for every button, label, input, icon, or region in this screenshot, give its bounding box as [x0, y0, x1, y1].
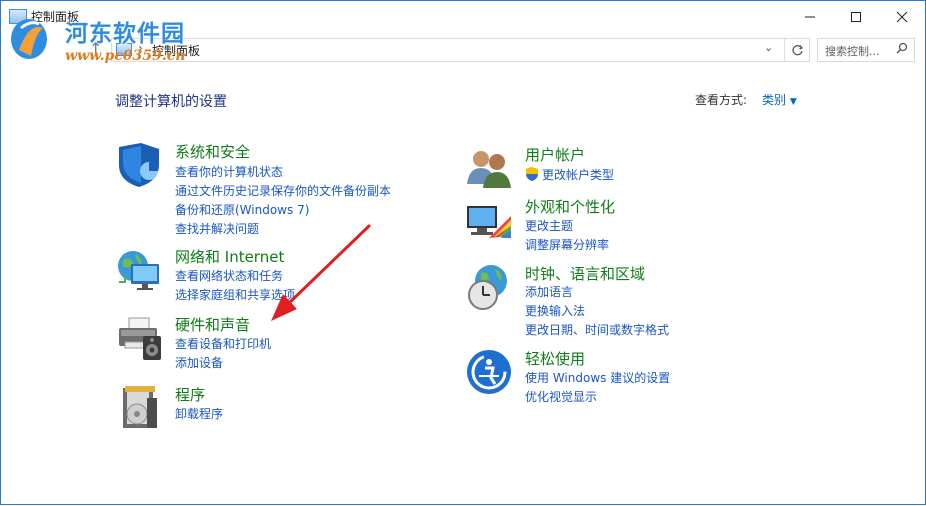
link-backup-restore[interactable]: 备份和还原(Windows 7) — [175, 201, 309, 218]
category-title[interactable]: 硬件和声音 — [175, 314, 250, 335]
link-troubleshoot[interactable]: 查找并解决问题 — [175, 220, 259, 237]
category-title[interactable]: 程序 — [175, 384, 205, 405]
shield-icon[interactable] — [115, 141, 163, 189]
link-homegroup-sharing[interactable]: 选择家庭组和共享选项 — [175, 286, 295, 303]
link-date-time-format[interactable]: 更改日期、时间或数字格式 — [525, 321, 669, 338]
category-user-accounts: 用户帐户 更改帐户类型 — [465, 144, 795, 188]
minimize-button[interactable] — [787, 1, 833, 32]
link-devices-printers[interactable]: 查看设备和打印机 — [175, 335, 271, 352]
watermark-site-name: 河东软件园 — [65, 20, 185, 47]
appearance-palette-icon[interactable] — [465, 196, 513, 244]
search-placeholder: 搜索控制... — [825, 45, 880, 58]
link-file-history-backup[interactable]: 通过文件历史记录保存你的文件备份副本 — [175, 182, 391, 199]
link-change-account-type-label[interactable]: 更改帐户类型 — [542, 168, 614, 182]
category-title[interactable]: 外观和个性化 — [525, 196, 615, 217]
watermark-logo-icon — [11, 19, 47, 59]
link-optimize-visual-display[interactable]: 优化视觉显示 — [525, 388, 597, 405]
maximize-icon — [851, 11, 861, 22]
user-accounts-icon[interactable] — [465, 144, 513, 192]
watermark: 河东软件园 www.pc0359.cn — [3, 12, 213, 70]
category-title[interactable]: 系统和安全 — [175, 141, 250, 162]
printer-speaker-icon[interactable] — [115, 314, 163, 362]
network-globe-icon[interactable] — [115, 246, 163, 294]
control-panel-window: 控制面板 ↑ › 控制面板 ⌄ 搜索控制... 河东软件园 www.pc0359… — [0, 0, 926, 505]
category-programs: 程序 卸载程序 — [115, 384, 435, 434]
minimize-icon — [805, 16, 815, 17]
link-change-account-type[interactable]: 更改帐户类型 — [525, 166, 614, 183]
category-network-internet: 网络和 Internet 查看网络状态和任务 选择家庭组和共享选项 — [115, 246, 435, 306]
link-screen-resolution[interactable]: 调整屏幕分辨率 — [525, 236, 609, 253]
view-by-label: 查看方式: — [695, 93, 748, 107]
ease-of-access-icon[interactable] — [465, 348, 513, 396]
view-by-value[interactable]: 类别 — [762, 93, 786, 107]
link-uninstall-program[interactable]: 卸载程序 — [175, 405, 223, 422]
link-view-computer-status[interactable]: 查看你的计算机状态 — [175, 163, 283, 180]
category-hardware-sound: 硬件和声音 查看设备和打印机 添加设备 — [115, 314, 435, 374]
page-title: 调整计算机的设置 — [115, 94, 227, 110]
category-title[interactable]: 轻松使用 — [525, 348, 585, 369]
refresh-button[interactable] — [784, 39, 809, 61]
maximize-button[interactable] — [833, 1, 879, 32]
clock-globe-icon[interactable] — [465, 263, 513, 311]
close-button[interactable] — [879, 1, 925, 32]
link-recommended-settings[interactable]: 使用 Windows 建议的设置 — [525, 369, 670, 386]
link-add-language[interactable]: 添加语言 — [525, 283, 573, 300]
link-change-input-method[interactable]: 更换输入法 — [525, 302, 585, 319]
link-network-status[interactable]: 查看网络状态和任务 — [175, 267, 283, 284]
link-add-device[interactable]: 添加设备 — [175, 354, 223, 371]
programs-icon[interactable] — [115, 384, 163, 432]
search-input[interactable]: 搜索控制... — [817, 38, 915, 62]
search-icon[interactable] — [896, 42, 908, 57]
refresh-icon — [791, 44, 803, 55]
category-title[interactable]: 时钟、语言和区域 — [525, 263, 645, 284]
close-icon — [896, 11, 908, 22]
category-title[interactable]: 网络和 Internet — [175, 246, 284, 267]
category-ease-of-access: 轻松使用 使用 Windows 建议的设置 优化视觉显示 — [465, 348, 795, 408]
address-bar[interactable]: › 控制面板 ⌄ — [111, 38, 810, 62]
chevron-down-icon[interactable]: ⌄ — [764, 41, 773, 54]
category-title[interactable]: 用户帐户 — [525, 144, 585, 165]
dropdown-arrow-icon[interactable]: ▼ — [790, 97, 797, 107]
watermark-url: www.pc0359.cn — [65, 48, 186, 64]
view-by-dropdown[interactable]: 类别 ▼ — [762, 91, 797, 108]
category-system-security: 系统和安全 查看你的计算机状态 通过文件历史记录保存你的文件备份副本 备份和还原… — [115, 141, 435, 241]
link-change-theme[interactable]: 更改主题 — [525, 217, 573, 234]
category-clock-language-region: 时钟、语言和区域 添加语言 更换输入法 更改日期、时间或数字格式 — [465, 263, 805, 343]
category-appearance: 外观和个性化 更改主题 调整屏幕分辨率 — [465, 196, 795, 256]
uac-shield-icon — [526, 167, 538, 181]
